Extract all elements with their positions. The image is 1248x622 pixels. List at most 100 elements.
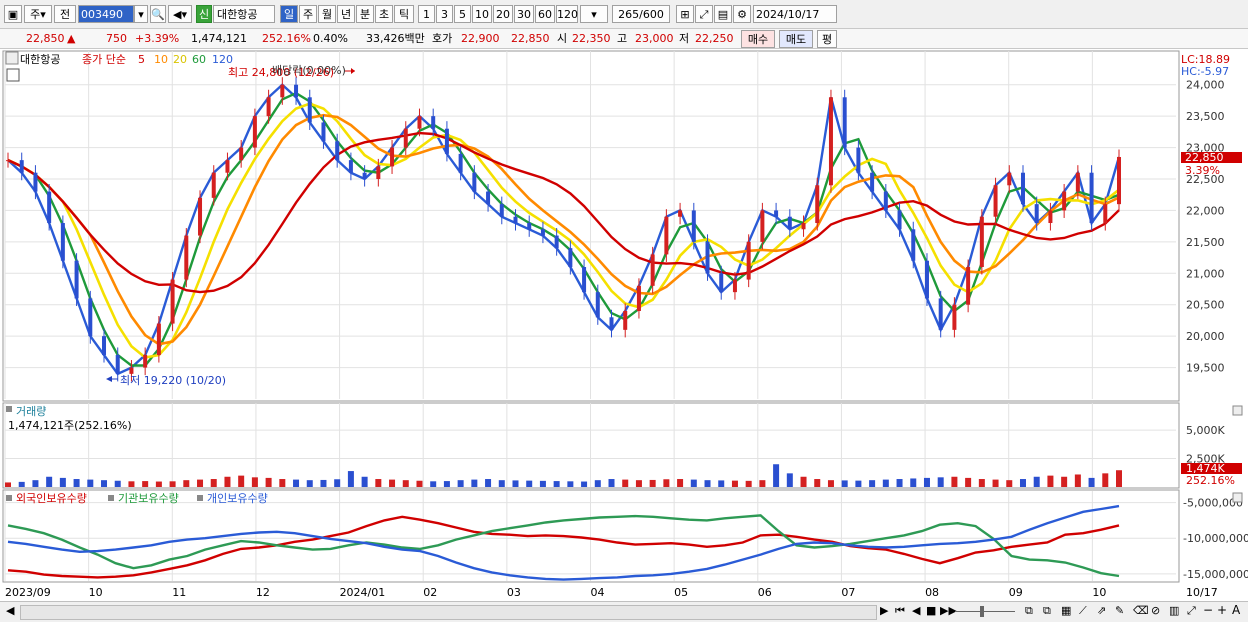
nav-prev-icon[interactable]: ◀	[912, 604, 920, 617]
trend-icon[interactable]: ⟋	[1079, 604, 1087, 618]
candle-body	[431, 116, 436, 129]
candle-body	[390, 147, 395, 167]
draw-icon[interactable]: ✎	[1115, 604, 1124, 617]
volume-ratio: 252.16%	[262, 32, 311, 45]
interval-3-label: 3	[441, 8, 448, 21]
volume-close-icon[interactable]	[1232, 405, 1243, 416]
candle-body	[664, 216, 669, 255]
holdings-inst-label: 기관보유수량	[118, 492, 179, 505]
save-icon[interactable]: ▤	[714, 5, 732, 23]
volume-bar	[594, 480, 601, 487]
date-field[interactable]: 2024/10/17	[753, 5, 837, 23]
volume-bar	[114, 480, 121, 487]
toolbar: ▣ 주▾ 전 003490 ▾ 🔍 ◀▾ 신 대한항공 일 주 월 년 분 초 …	[0, 0, 1248, 29]
tab-day[interactable]: 일	[280, 5, 298, 23]
bottom-bar: ◀ ▶ ⏮ ◀ ■ ▶▶ ⧉ ⧉ ▦ ⟋ ⇗ ✎ ⌫ ⊘ ▥ ⤢ − + A	[0, 601, 1248, 622]
price-panel-title: 대한항공	[20, 53, 60, 66]
scroll-left-icon[interactable]: ◀	[6, 604, 14, 617]
font-size-icon[interactable]: A	[1232, 603, 1240, 617]
eval-button[interactable]: 평	[817, 30, 837, 48]
candle-body	[595, 292, 600, 318]
window-menu-icon[interactable]: ▣	[4, 5, 22, 23]
grid-toggle-icon[interactable]	[6, 68, 20, 82]
tab-month[interactable]: 월	[318, 5, 336, 23]
candle-body	[458, 153, 463, 173]
volume-bar	[59, 477, 66, 487]
candle-body	[993, 185, 998, 217]
tab-minute[interactable]: 분	[356, 5, 374, 23]
copy-icon[interactable]: ⧉	[1043, 604, 1051, 618]
zoom-in-icon[interactable]: +	[1217, 603, 1227, 617]
volume-bar	[1019, 479, 1026, 487]
interval-120[interactable]: 120	[556, 5, 578, 23]
interval-20[interactable]: 20	[493, 5, 513, 23]
candle-body	[376, 166, 381, 179]
interval-10[interactable]: 10	[472, 5, 492, 23]
candle-body	[280, 84, 285, 98]
candle-body	[966, 267, 971, 305]
interval-custom-select[interactable]: ▾	[580, 5, 608, 23]
zoom-tool-icon[interactable]: ⊘	[1151, 604, 1160, 617]
chart-type-icon[interactable]: ▥	[1169, 604, 1179, 617]
interval-3[interactable]: 3	[436, 5, 453, 23]
volume-bar	[882, 479, 889, 487]
tab-year[interactable]: 년	[337, 5, 355, 23]
interval-120-label: 120	[557, 8, 578, 21]
grid-icon[interactable]: ▦	[1061, 604, 1071, 617]
zoom-slider-thumb[interactable]	[980, 606, 984, 617]
interval-5[interactable]: 5	[454, 5, 471, 23]
candle-body	[403, 128, 408, 148]
scrollbar[interactable]	[20, 605, 877, 620]
holdings-close-icon[interactable]	[1232, 492, 1243, 503]
zoom-slider[interactable]	[955, 611, 1015, 612]
volume-bar	[1102, 473, 1109, 487]
volume-bar	[320, 479, 327, 487]
volume-bar	[361, 476, 368, 487]
candle-body	[815, 185, 820, 223]
chart-tool-icon[interactable]: ⊞	[676, 5, 694, 23]
tab-second[interactable]: 초	[375, 5, 393, 23]
candle-body	[924, 260, 929, 299]
cursor-icon[interactable]: ⤢	[1187, 604, 1196, 618]
chart-area[interactable]: 24,000 23,500 23,000 22,500 22,000 21,500 21,0…	[0, 49, 1248, 601]
sound-icon[interactable]: ◀▾	[168, 5, 192, 23]
volume-bar	[896, 479, 903, 487]
buy-button[interactable]: 매수	[741, 30, 775, 48]
holdings-ytick: -10,000,000	[1183, 532, 1248, 545]
interval-60[interactable]: 60	[535, 5, 555, 23]
tab-tick[interactable]: 틱	[394, 5, 414, 23]
code-input[interactable]: 003490	[78, 5, 134, 23]
ask-label: 호가	[432, 32, 453, 45]
arrow-icon[interactable]: ⇗	[1097, 604, 1106, 617]
erase-icon[interactable]: ⌫	[1133, 604, 1149, 617]
gear-icon[interactable]: ⚙	[733, 5, 751, 23]
open-value: 22,350	[572, 32, 611, 45]
panel-menu-icon[interactable]	[5, 51, 19, 65]
nav-stop-icon[interactable]: ■	[926, 604, 936, 617]
prev-button[interactable]: 전	[54, 5, 76, 23]
amount-value: 33,426백만	[366, 32, 425, 45]
compare-icon[interactable]: ⤢	[695, 5, 713, 23]
count-field[interactable]: 265/600	[612, 5, 670, 23]
tab-week[interactable]: 주	[299, 5, 317, 23]
layout-icon[interactable]: ⧉	[1025, 604, 1033, 618]
change-value: 750	[106, 32, 127, 45]
volume-bar	[101, 480, 108, 487]
nav-play-icon[interactable]: ▶	[880, 604, 888, 617]
chart-svg[interactable]: 24,00023,50023,00022,50022,00021,50021,0…	[0, 49, 1248, 601]
interval-30[interactable]: 30	[514, 5, 534, 23]
interval-1[interactable]: 1	[418, 5, 435, 23]
sell-button[interactable]: 매도	[779, 30, 813, 48]
candle-body	[6, 160, 10, 162]
volume-bar	[745, 480, 752, 487]
volume-bar	[581, 481, 588, 487]
candle-body	[801, 223, 806, 230]
zoom-out-icon[interactable]: −	[1203, 603, 1213, 617]
volume-bar	[155, 481, 162, 487]
nav-first-icon[interactable]: ⏮	[895, 604, 905, 618]
volume-bar	[704, 480, 711, 487]
code-dropdown-icon[interactable]: ▾	[134, 5, 148, 23]
search-icon[interactable]: 🔍	[150, 5, 166, 23]
holdings-ytick: -15,000,000	[1183, 568, 1248, 581]
period-type-select[interactable]: 주▾	[24, 5, 52, 23]
